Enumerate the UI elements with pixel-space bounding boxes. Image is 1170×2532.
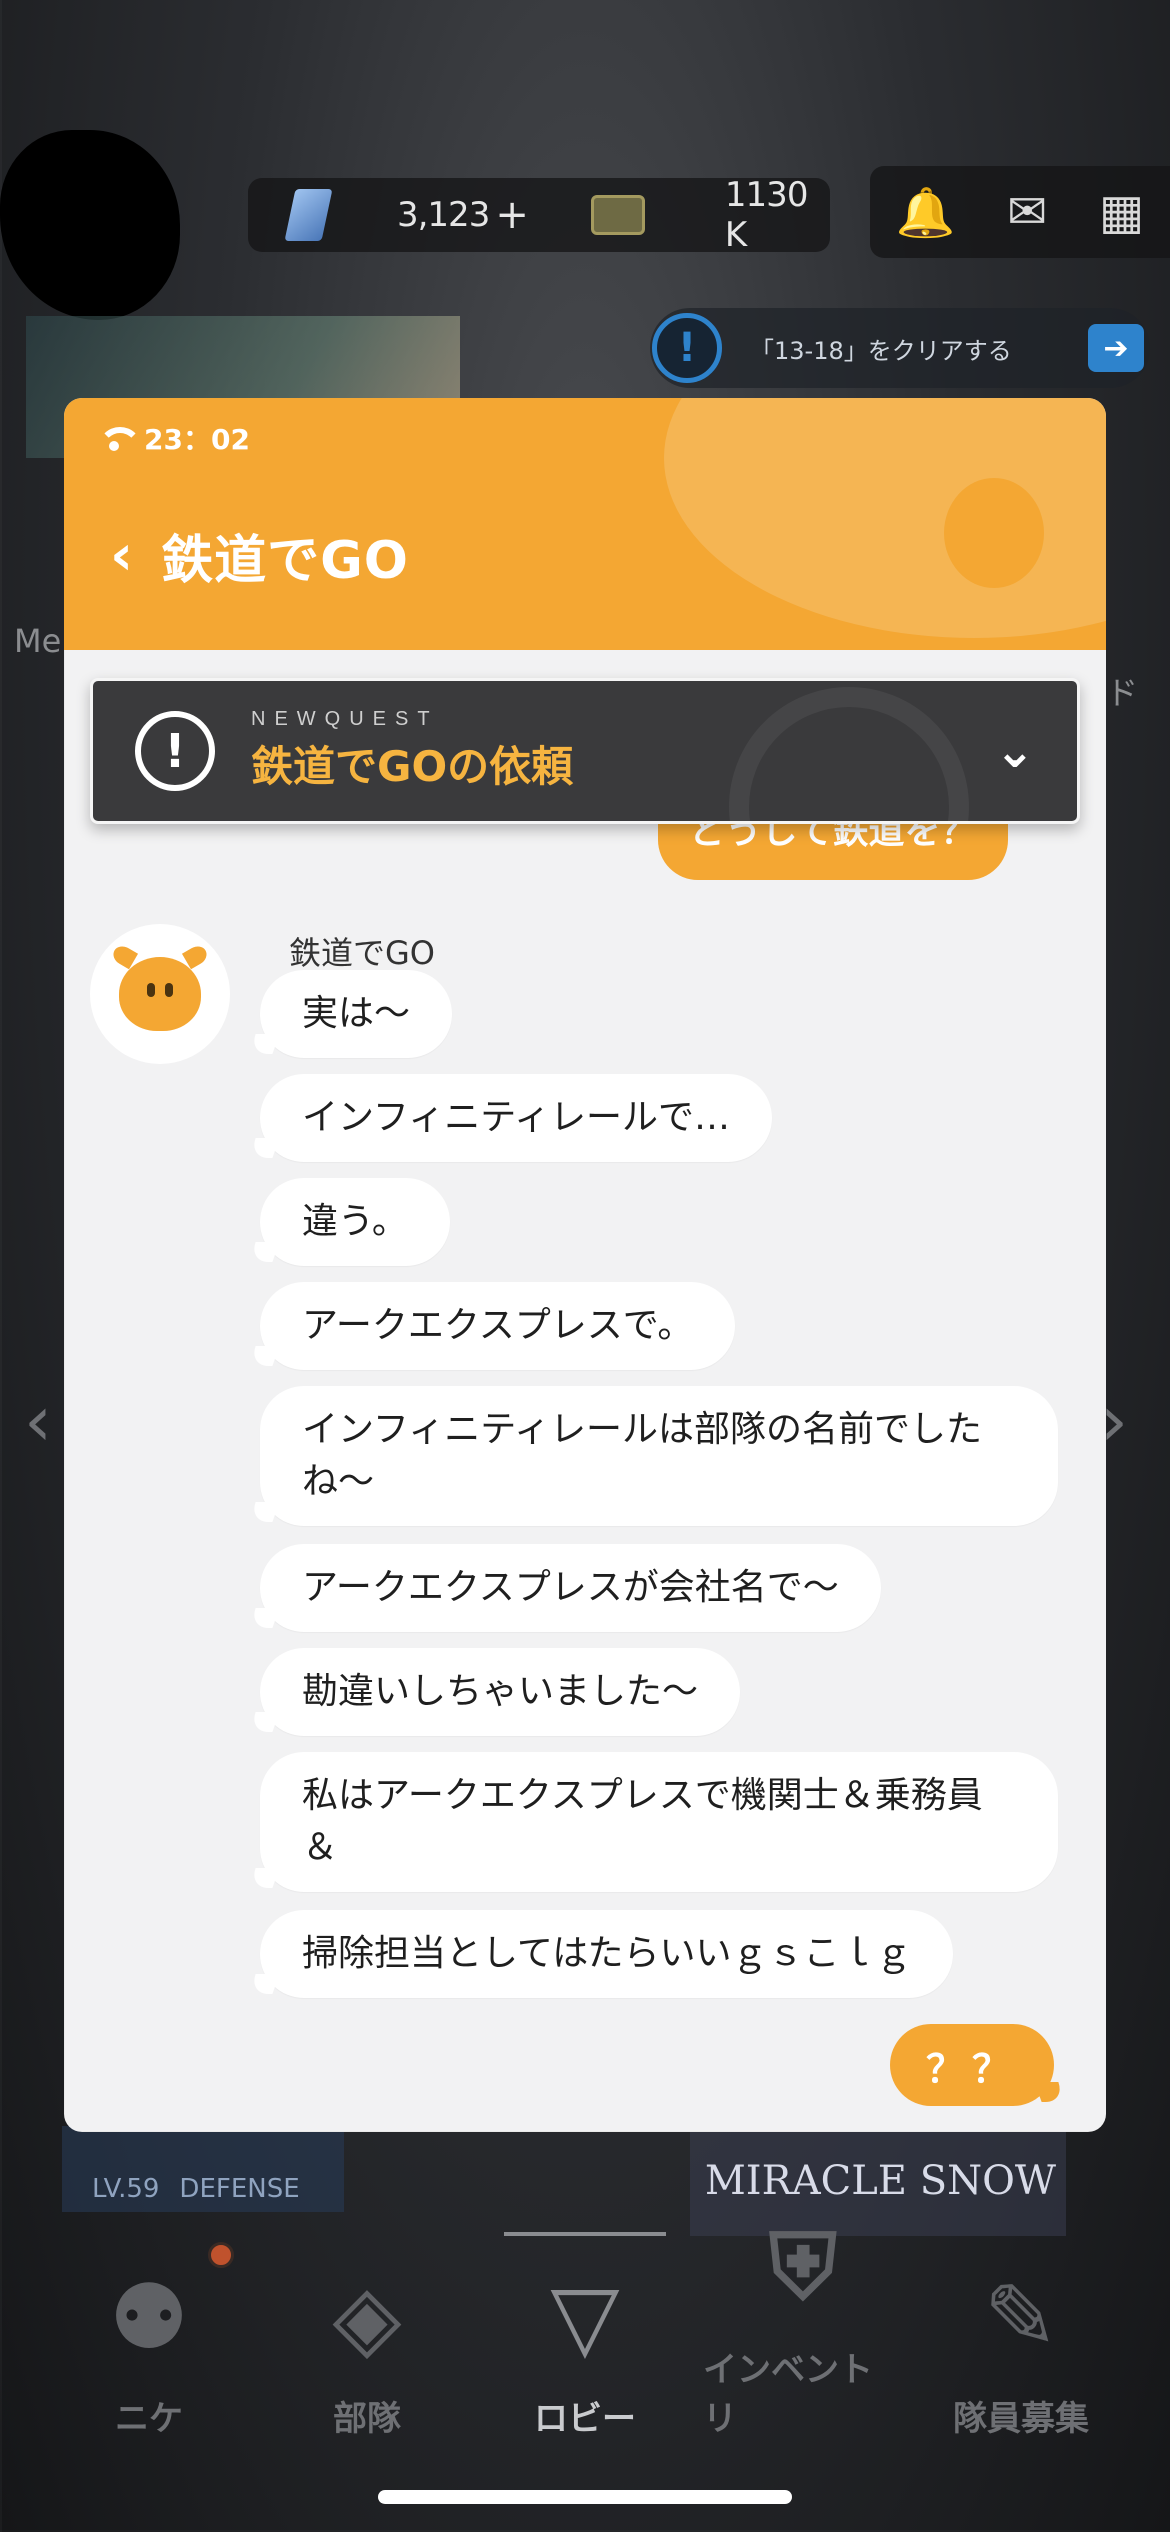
nav-label: 部隊 — [333, 2399, 401, 2439]
recruit-icon: ✎ — [983, 2264, 1059, 2370]
defense-label: DEFENSE — [179, 2174, 300, 2204]
hidden-outgoing-bubble: どうして鉄道を？ — [658, 824, 1008, 880]
defense-tile[interactable]: LV.59 DEFENSE — [62, 2126, 344, 2212]
chevron-left-icon[interactable]: ‹ — [24, 1380, 52, 1462]
squad-icon: ◈ — [332, 2264, 402, 2370]
nav-label: 隊員募集 — [953, 2399, 1089, 2439]
nav-label: ロビー — [534, 2399, 636, 2439]
quest-name: 鉄道でGOの依頼 — [251, 742, 574, 791]
quest-notice-text: 「13-18」をクリアする — [750, 336, 1012, 365]
status-time: 23：02 — [144, 423, 250, 456]
home-indicator[interactable] — [378, 2490, 792, 2504]
inventory-icon: ⛨ — [769, 2215, 837, 2320]
nav-item-squad[interactable]: ◈ 部隊 — [267, 2257, 467, 2440]
header-decoration-shape — [944, 478, 1044, 588]
nav-item-nikke[interactable]: ⚉ ニケ — [49, 2257, 249, 2440]
side-label-left: Me — [14, 622, 62, 660]
nav-label: ニケ — [115, 2399, 183, 2439]
nav-item-recruit[interactable]: ✎ 隊員募集 — [921, 2257, 1121, 2440]
status-bar: 23：02 — [98, 418, 250, 458]
top-right-icons: 🔔 ✉ ▦ — [870, 166, 1170, 258]
quest-notice[interactable]: ! 「13-18」をクリアする ➔ — [650, 308, 1150, 388]
quest-card-decoration — [729, 687, 969, 821]
miracle-label: MIRACLE SNOW — [704, 2158, 1056, 2204]
message-bubble: アークエクスプレスが会社名で〜 — [260, 1544, 881, 1632]
bottom-nav: ⚉ ニケ ◈ 部隊 ▽ ロビー ⛨ インベントリ ✎ 隊員募集 — [0, 2215, 1170, 2440]
new-quest-card[interactable]: ! NEWQUEST 鉄道でGOの依頼 ⌄ — [90, 678, 1080, 824]
grid-menu-icon[interactable]: ▦ — [1099, 184, 1144, 240]
lobby-icon: ▽ — [550, 2264, 620, 2370]
message-bubble: 私はアークエクスプレスで機関士＆乗務員＆ — [260, 1752, 1058, 1892]
message-bubble: 違う。 — [260, 1178, 450, 1266]
mail-icon[interactable]: ✉ — [1007, 184, 1047, 240]
avatar[interactable] — [90, 924, 230, 1064]
chat-title-row: ‹ 鉄道でGO — [110, 518, 409, 593]
message-text: アークエクスプレスで。 — [302, 1305, 694, 1346]
message-text: 違う。 — [302, 1201, 408, 1242]
chat-header: 23：02 ‹ 鉄道でGO — [64, 398, 1106, 650]
arrow-right-icon[interactable]: ➔ — [1088, 324, 1144, 372]
resource-bar: 3,123 + 1130 K — [248, 175, 830, 255]
message-text: 私はアークエクスプレスで機関士＆乗務員＆ — [302, 1775, 983, 1868]
defense-level: LV.59 — [92, 2174, 160, 2204]
sender-name: 鉄道でGO — [289, 934, 435, 972]
exclamation-icon: ! — [135, 711, 215, 791]
message-bubble: インフィニティレールで… — [260, 1074, 773, 1162]
reply-bubble: ？？ — [890, 2024, 1054, 2106]
new-quest-tag: NEWQUEST — [251, 708, 439, 730]
notification-dot — [208, 2242, 234, 2268]
reply-text: ？？ — [925, 2046, 1018, 2091]
gem-count: 3,123 — [396, 195, 490, 235]
chat-panel: 23：02 ‹ 鉄道でGO どうして鉄道を？ ! NEWQUEST 鉄道でGOの… — [64, 398, 1106, 2132]
credit-count: 1130 K — [724, 175, 809, 255]
chevron-down-icon[interactable]: ⌄ — [995, 723, 1035, 779]
nikke-icon: ⚉ — [108, 2264, 190, 2370]
message-text: インフィニティレールは部隊の名前でしたね〜 — [302, 1409, 983, 1502]
message-text: インフィニティレールで… — [302, 1097, 731, 1138]
back-chevron-icon[interactable]: ‹ — [110, 527, 133, 584]
wifi-icon — [98, 427, 142, 451]
active-tab-indicator — [504, 2232, 666, 2236]
message-bubble: アークエクスプレスで。 — [260, 1282, 736, 1370]
mascot-face-icon — [109, 942, 211, 1031]
credit-icon — [590, 195, 645, 235]
message-bubble: 実は〜 — [260, 970, 453, 1058]
nav-item-lobby[interactable]: ▽ ロビー — [485, 2257, 685, 2440]
message-bubble: 掃除担当としてはたらいいｇｓこｌｇ — [260, 1910, 954, 1998]
message-text: 実は〜 — [302, 993, 411, 1034]
add-gem-button[interactable]: + — [495, 192, 529, 238]
nav-label: インベントリ — [703, 2350, 873, 2439]
message-bubble: インフィニティレールは部隊の名前でしたね〜 — [260, 1386, 1058, 1526]
bell-icon[interactable]: 🔔 — [896, 184, 956, 241]
side-label-right: ド — [1106, 674, 1139, 712]
hidden-outgoing-text: どうして鉄道を？ — [689, 824, 977, 852]
message-bubble: 勘違いしちゃいました〜 — [260, 1648, 741, 1736]
exclamation-icon: ! — [652, 313, 722, 383]
chat-title: 鉄道でGO — [161, 531, 409, 591]
message-text: 掃除担当としてはたらいいｇｓこｌｇ — [302, 1933, 912, 1974]
nav-item-inventory[interactable]: ⛨ インベントリ — [703, 2208, 903, 2440]
gem-icon — [284, 189, 333, 241]
message-text: アークエクスプレスが会社名で〜 — [302, 1567, 839, 1608]
message-text: 勘違いしちゃいました〜 — [302, 1671, 699, 1712]
